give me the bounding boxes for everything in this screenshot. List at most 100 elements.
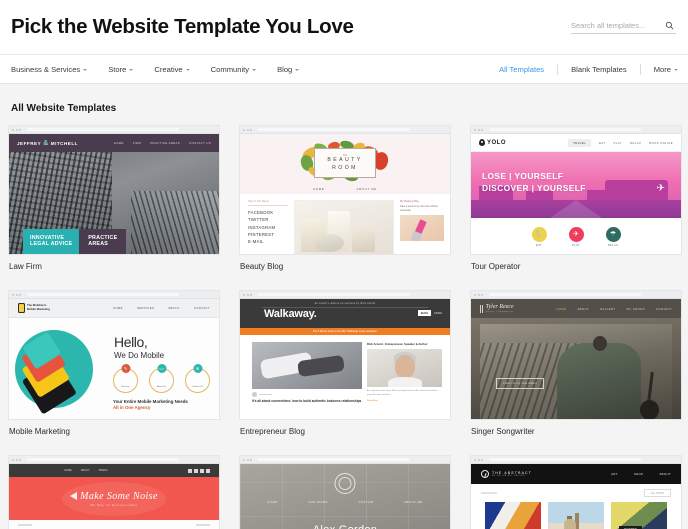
menu-item: HOME (556, 306, 567, 311)
menu-item: ABOUT (168, 306, 180, 310)
handshake-photo (252, 342, 362, 389)
preview-menu: TRAVEL EAT PLAY RELAX BOOK ONLINE (568, 138, 673, 147)
nav-label: More (653, 64, 671, 74)
nav-label: Store (108, 64, 127, 74)
templates-main: All Website Templates JEFFREY & MITCHELL… (0, 103, 688, 529)
preview-hero-photo: INNOVATIVE LEGAL ADVICE PRACTICE AREAS (9, 152, 219, 254)
template-thumbnail[interactable]: The BEAUTY ROOM HOME ABOUT ME Stay In Th… (239, 125, 451, 255)
browser-chrome-bar (240, 456, 450, 464)
preview-body (9, 520, 219, 529)
preview-headline: Hello, We Do Mobile (114, 334, 164, 360)
chevron-down-icon (674, 68, 678, 71)
author-heading: Rick Arnold - Entrepreneur, Speaker & Au… (367, 342, 428, 346)
menu-item: CONTACT US (189, 141, 211, 145)
logo-line2: ROOM (332, 164, 358, 171)
template-thumbnail[interactable]: The Mobilizers Mobile Marketing HOME SER… (8, 290, 220, 420)
template-card-label: Law Firm (9, 262, 42, 271)
preview-menu: HOME OUR WORK CUSTOM ABOUT ME (240, 500, 450, 504)
airplane-icon: ✈ (656, 183, 665, 194)
template-card-label: Mobile Marketing (9, 427, 70, 436)
menu-item: PRACTICE AREAS (150, 141, 181, 145)
menu-item: HOME (112, 306, 123, 310)
menu-item: ART (611, 472, 618, 476)
masthead-kicker: An expert's advice on success by Rick Am… (314, 302, 376, 305)
phone-illustration (9, 324, 101, 415)
post-image (548, 502, 604, 529)
preview-headline: LOSE | YOURSELF DISCOVER | YOURSELF (482, 170, 586, 194)
preview-menu: HOME SERVICES ABOUT CONTACT (113, 306, 210, 310)
browser-chrome-bar (471, 126, 681, 134)
page-title: Pick the Website Template You Love (11, 15, 354, 38)
preview-hero-photo: LOSE | YOURSELF DISCOVER | YOURSELF ✈ (471, 152, 681, 218)
category-navbar: Business & Services Store Creative Commu… (0, 55, 688, 84)
template-card-upholstery[interactable]: HOME OUR WORK CUSTOM ABOUT ME Alex Gordo… (239, 455, 451, 529)
social-link: TWITTER (248, 217, 269, 223)
author-sidebar: Rick Arnold - Entrepreneur, Speaker & Au… (367, 342, 442, 419)
template-thumbnail[interactable]: HOME OUR WORK CUSTOM ABOUT ME Alex Gordo… (239, 455, 451, 529)
cta-line: LEGAL ADVICE (30, 241, 73, 248)
nav-link-blank-templates[interactable]: Blank Templates (571, 65, 627, 74)
preview-logo: YOLO (479, 139, 506, 146)
social-link: INSTAGRAM (248, 224, 276, 230)
menu-item: TRAVEL (568, 138, 592, 147)
post-card: On craft 2 min read (548, 502, 604, 529)
logo-line2: Mobile Marketing (27, 307, 50, 311)
nav-item-community[interactable]: Community (211, 65, 257, 74)
nav-label: Blog (277, 64, 293, 74)
preview-logo: The BEAUTY ROOM (314, 147, 376, 179)
logo-sub: AN ONLINE ART GALLERY (492, 475, 527, 477)
template-card-mobile-marketing[interactable]: The Mobilizers Mobile Marketing HOME SER… (8, 290, 220, 436)
template-card-make-some-noise[interactable]: HOME ABOUT PRESS Make Some Noise We Play… (8, 455, 220, 529)
template-card-tour-operator[interactable]: YOLO TRAVEL EAT PLAY RELAX BOOK ONLINE L… (470, 125, 682, 271)
search-box[interactable] (571, 20, 676, 34)
nav-link-all-templates[interactable]: All Templates (499, 65, 544, 74)
search-icon[interactable] (665, 21, 674, 30)
template-card-law-firm[interactable]: JEFFREY & MITCHELL HOME FIRM PRACTICE AR… (8, 125, 220, 271)
piano-bars-icon (480, 304, 483, 313)
nav-item-business-services[interactable]: Business & Services (11, 65, 88, 74)
template-thumbnail[interactable]: THE ABSTRACT AN ONLINE ART GALLERY ART S… (470, 455, 682, 529)
template-card-beauty-blog[interactable]: The BEAUTY ROOM HOME ABOUT ME Stay In Th… (239, 125, 451, 271)
logo-last: MITCHELL (50, 140, 78, 146)
read-more-link: Read More (367, 400, 378, 403)
nav-item-blog[interactable]: Blog (277, 64, 300, 74)
law-firm-preview: JEFFREY & MITCHELL HOME FIRM PRACTICE AR… (9, 134, 219, 254)
logo-ampersand: & (43, 139, 49, 147)
nav-item-store[interactable]: Store (108, 64, 134, 74)
nav-item-creative[interactable]: Creative (154, 65, 190, 74)
template-thumbnail[interactable]: HOME ABOUT PRESS Make Some Noise We Play… (8, 455, 220, 529)
menu-item: OUR WORK (308, 500, 328, 504)
social-link: FACEBOOK (248, 210, 274, 215)
title-text: Make Some Noise (80, 490, 158, 502)
cta-line: PRACTICE (88, 234, 118, 241)
template-card-singer-songwriter[interactable]: Tyler Reece Singer | Songwriter HOME ABO… (470, 290, 682, 436)
filter-button: ALL POSTS (644, 489, 671, 497)
preview-ring-icons: ✎ Services <> About Us ✉ Contact Us (113, 364, 210, 393)
preview-hero: Make Some Noise We Play for Everyone Ali… (9, 477, 219, 520)
ring-label: Services (121, 386, 130, 388)
post-card: The future of abstract art 3 min read (485, 502, 541, 529)
social-link: E-MAIL (248, 239, 264, 245)
menu-item: ABOUT ME (356, 187, 377, 191)
template-thumbnail[interactable]: Tyler Reece Singer | Songwriter HOME ABO… (470, 290, 682, 420)
tagline-line1: Your Entire Mobile Marketing Needs (113, 398, 188, 404)
template-thumbnail[interactable]: JEFFREY & MITCHELL HOME FIRM PRACTICE AR… (8, 125, 220, 255)
search-input[interactable] (571, 20, 659, 30)
ring-label: About Us (157, 386, 166, 388)
template-card-entrepreneur-blog[interactable]: An expert's advice on success by Rick Am… (239, 290, 451, 436)
preview-social-column: Stay In The Room FACEBOOK TWITTER INSTAG… (248, 200, 288, 254)
preview-body: It's all about connections: how to build… (240, 335, 450, 419)
headline-line1: LOSE | YOURSELF (482, 171, 564, 181)
nav-link-more[interactable]: More (654, 65, 678, 74)
template-card-abstract-art[interactable]: THE ABSTRACT AN ONLINE ART GALLERY ART S… (470, 455, 682, 529)
upholstery-preview: HOME OUR WORK CUSTOM ABOUT ME Alex Gordo… (240, 464, 450, 529)
template-thumbnail[interactable]: YOLO TRAVEL EAT PLAY RELAX BOOK ONLINE L… (470, 125, 682, 255)
emblem-icon (334, 473, 356, 494)
column-heading: My Makeup Bag (400, 200, 419, 203)
browser-chrome-bar (9, 126, 219, 134)
template-thumbnail[interactable]: An expert's advice on success by Rick Am… (239, 290, 451, 420)
template-card-label: Beauty Blog (240, 262, 284, 271)
menu-item: CONTACT (193, 306, 210, 310)
social-icons (188, 468, 210, 473)
tour-operator-preview: YOLO TRAVEL EAT PLAY RELAX BOOK ONLINE L… (471, 134, 681, 254)
